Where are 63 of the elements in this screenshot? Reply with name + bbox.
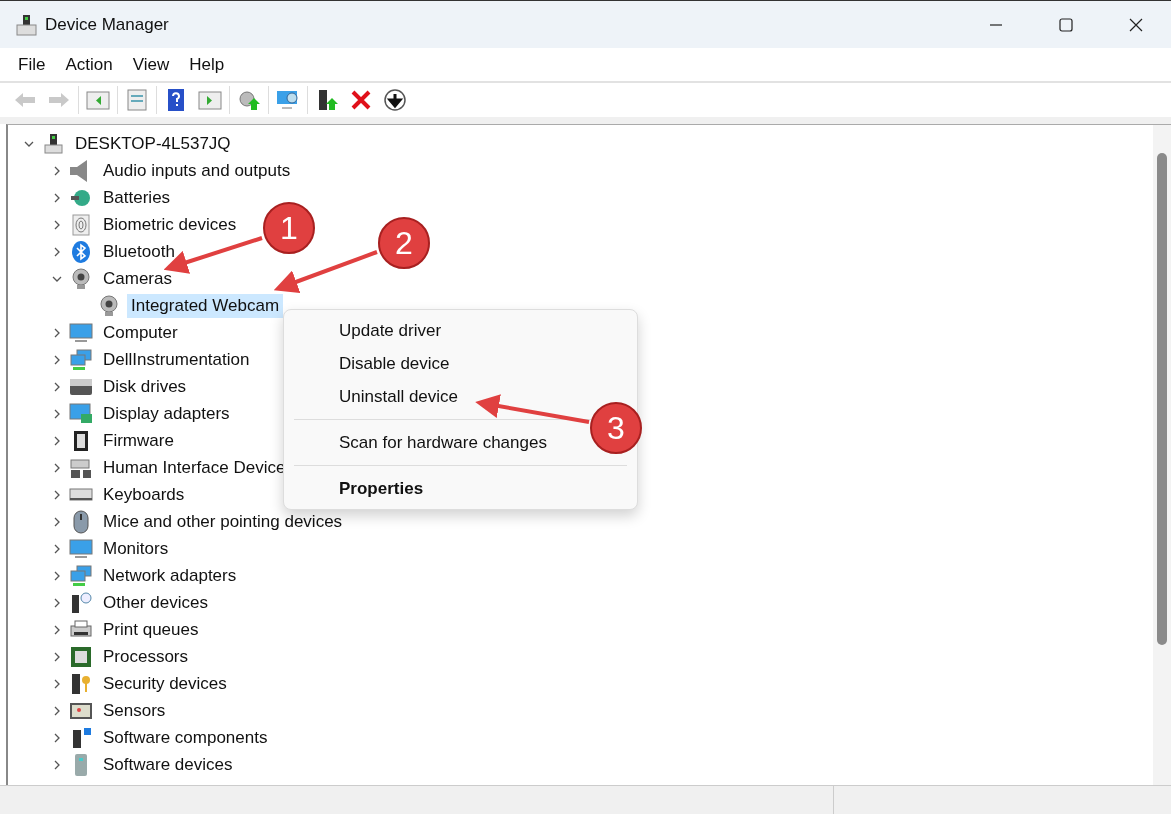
pane-icon (198, 88, 222, 112)
tree-item[interactable]: Integrated Webcam (127, 293, 284, 318)
tree-item[interactable]: Keyboards (99, 482, 189, 507)
menu-item[interactable]: View (122, 54, 180, 75)
device-icon (41, 131, 65, 156)
tree-item[interactable]: Monitors (99, 536, 173, 561)
maximize-icon (1058, 16, 1074, 33)
tree-item[interactable]: Network adapters (99, 563, 241, 588)
display-adapter-icon (69, 401, 93, 426)
network-icon (69, 347, 93, 372)
context-menu-item[interactable]: Properties (332, 472, 431, 505)
tree-item[interactable]: Biometric devices (99, 212, 241, 237)
download-icon (383, 88, 407, 112)
context-menu-item[interactable]: Uninstall device (332, 380, 466, 413)
tree-item[interactable]: Computer (99, 320, 182, 345)
callout-badge: 3 (590, 402, 642, 454)
device-key-icon (69, 671, 93, 696)
tree-item[interactable]: DellInstrumentation (99, 347, 254, 372)
tree-item[interactable]: Software devices (99, 752, 237, 777)
callout-badge: 1 (263, 202, 315, 254)
device-question-icon (69, 590, 93, 615)
tree-item[interactable]: Bluetooth (99, 239, 179, 264)
close-icon (1128, 16, 1144, 33)
properties-icon (125, 88, 149, 112)
tree-item[interactable]: Other devices (99, 590, 212, 615)
tree-item[interactable]: Processors (99, 644, 193, 669)
menu-item[interactable]: Help (179, 54, 235, 75)
network-icon (69, 563, 93, 588)
menu-item[interactable]: File (8, 54, 56, 75)
menu-item[interactable]: Action (55, 54, 123, 75)
tree-item[interactable]: Print queues (99, 617, 203, 642)
tree-item[interactable]: Display adapters (99, 401, 234, 426)
minimize-icon (990, 23, 1002, 26)
scrollbar-thumb[interactable] (1157, 153, 1167, 645)
tree-item[interactable]: Batteries (99, 185, 175, 210)
context-menu-item[interactable]: Disable device (332, 347, 457, 380)
tree-item[interactable]: Mice and other pointing devices (99, 509, 347, 534)
tree-item[interactable]: Disk drives (99, 374, 191, 399)
callout-badge: 2 (378, 217, 430, 269)
gear-upload-icon (237, 88, 261, 112)
toolbar-button[interactable] (381, 86, 409, 114)
tree-item[interactable]: Audio inputs and outputs (99, 158, 295, 183)
tree-item[interactable]: DESKTOP-4L537JQ (71, 131, 235, 156)
monitor-search-icon (276, 88, 300, 112)
close-icon (349, 88, 373, 112)
pane-icon (86, 88, 110, 112)
app-icon (15, 13, 37, 36)
tree-item[interactable]: Cameras (99, 266, 176, 291)
monitor-icon (69, 320, 93, 345)
webcam-icon (69, 266, 93, 291)
context-menu-item[interactable]: Update driver (332, 314, 449, 347)
processor-icon (69, 644, 93, 669)
fingerprint-icon (69, 212, 93, 237)
tree-item[interactable]: Sensors (99, 698, 170, 723)
tree-item[interactable]: Software components (99, 725, 272, 750)
context-menu-item[interactable]: Scan for hardware changes (332, 426, 554, 459)
monitor-icon (69, 536, 93, 561)
tree-item[interactable]: Firmware (99, 428, 178, 453)
webcam-icon (97, 293, 121, 318)
window-title: Device Manager (45, 14, 169, 35)
scrollbar[interactable] (1153, 125, 1171, 785)
tree-item[interactable]: Security devices (99, 671, 231, 696)
bluetooth-icon (69, 239, 93, 264)
